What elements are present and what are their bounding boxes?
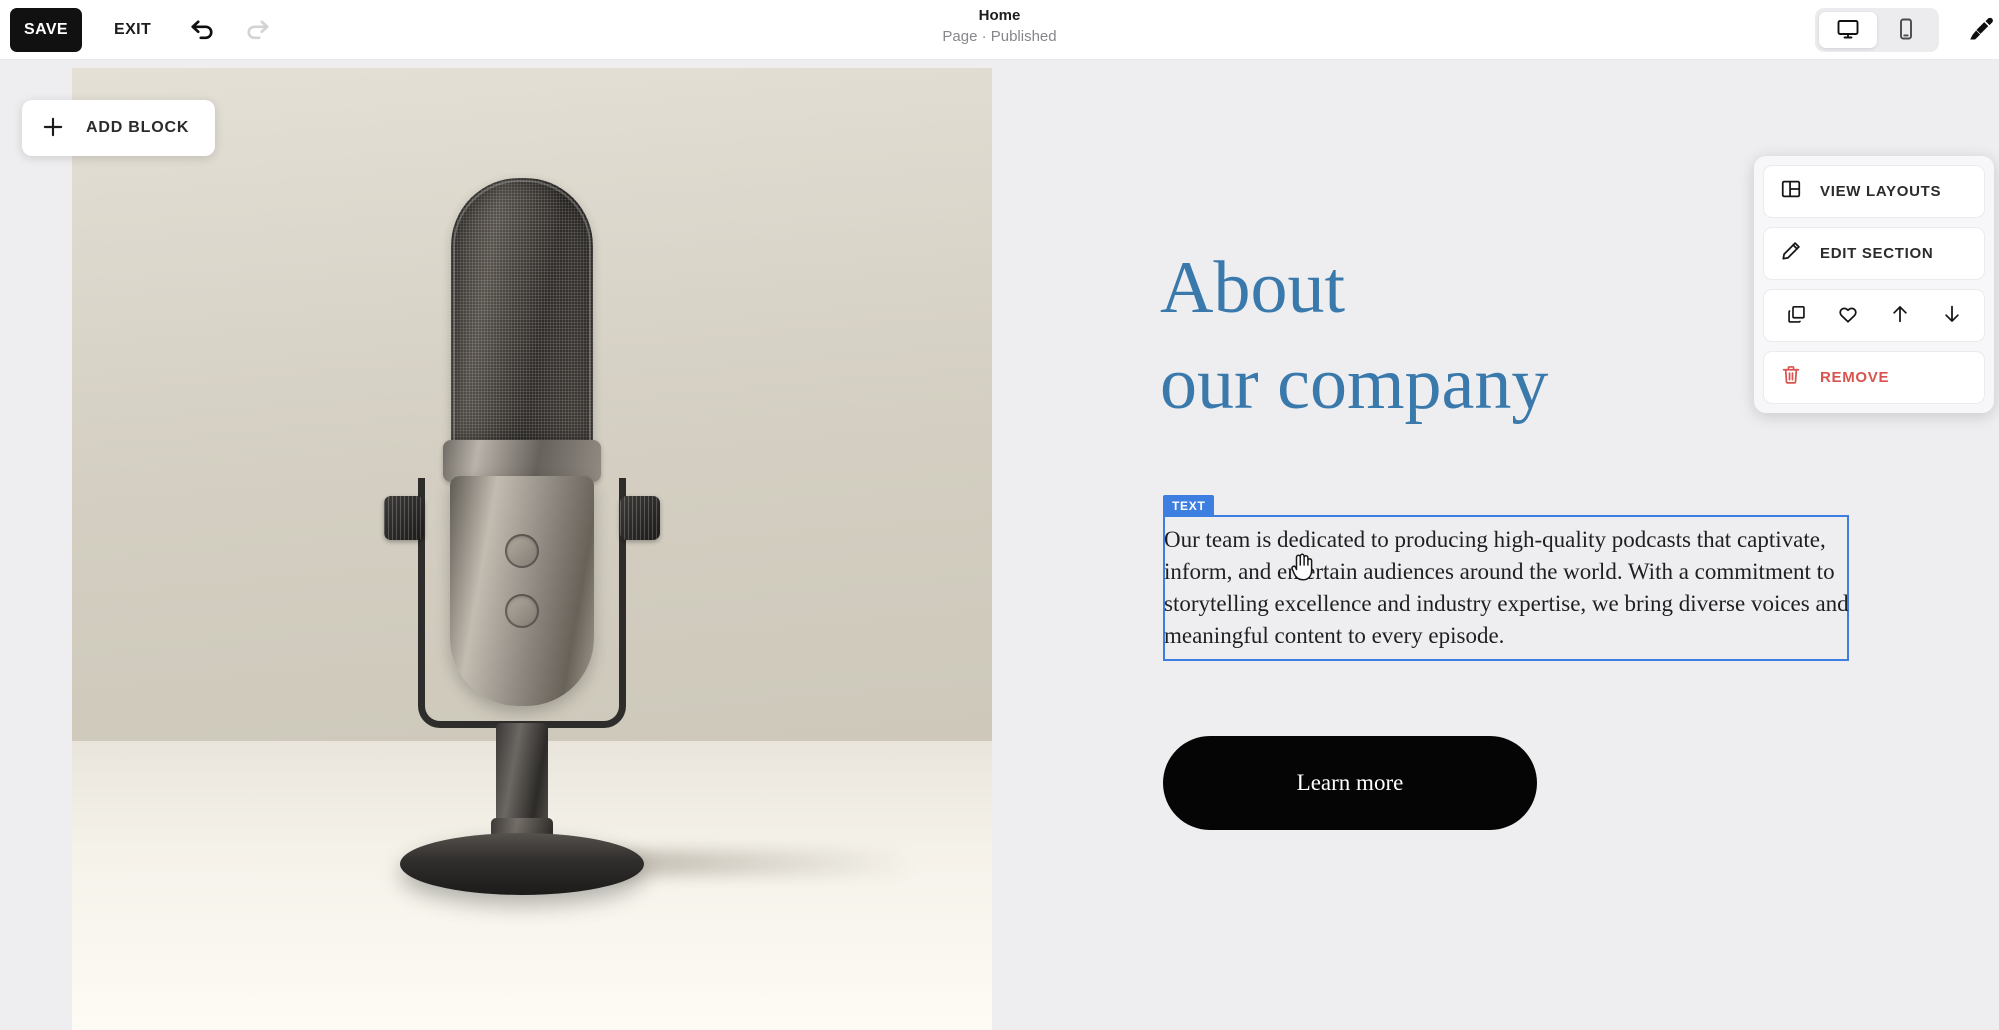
- arrow-up-icon: [1889, 303, 1911, 328]
- section-image-microphone[interactable]: [72, 68, 992, 1030]
- section-heading-line-1: About: [1160, 247, 1345, 329]
- plus-icon: [40, 114, 66, 143]
- redo-arrow-icon: [243, 13, 273, 46]
- view-layouts-label: VIEW LAYOUTS: [1820, 183, 1942, 200]
- add-block-button[interactable]: ADD BLOCK: [22, 100, 216, 156]
- pencil-icon: [1780, 240, 1802, 267]
- paintbrush-icon: [1966, 14, 1996, 47]
- selected-text-block[interactable]: TEXT Our team is dedicated to producing …: [1163, 495, 1849, 661]
- exit-button-label: EXIT: [114, 20, 152, 38]
- arrow-down-icon: [1941, 303, 1963, 328]
- page-canvas: ADD BLOCK About our company TEXT Our tea…: [0, 60, 1999, 1030]
- device-option-mobile[interactable]: [1877, 12, 1935, 48]
- redo-button[interactable]: [235, 7, 281, 53]
- view-layouts-button[interactable]: VIEW LAYOUTS: [1763, 165, 1985, 218]
- add-block-label: ADD BLOCK: [86, 119, 190, 136]
- microphone-base: [400, 833, 644, 895]
- duplicate-icon: [1786, 304, 1807, 328]
- learn-more-label: Learn more: [1296, 770, 1404, 795]
- desktop-monitor-icon: [1836, 17, 1860, 44]
- layout-grid-icon: [1780, 178, 1802, 205]
- device-preview-toggle: [1815, 8, 1939, 52]
- section-quick-actions-row: [1763, 289, 1985, 342]
- move-section-down-button[interactable]: [1931, 295, 1973, 337]
- microphone-mount-knob-right: [620, 496, 660, 540]
- duplicate-section-button[interactable]: [1775, 295, 1817, 337]
- page-status: Page · Published: [942, 28, 1057, 45]
- microphone-grille: [451, 178, 593, 446]
- toolbar-right-group: [1815, 0, 1999, 60]
- page-title: Home: [978, 7, 1021, 24]
- microphone-stem: [496, 723, 548, 831]
- theme-design-button[interactable]: [1951, 7, 1999, 53]
- microphone-mount-knob-left: [384, 496, 424, 540]
- page-meta: Home Page · Published: [0, 6, 1999, 48]
- exit-button[interactable]: EXIT: [100, 8, 165, 52]
- save-button-label: SAVE: [24, 20, 68, 38]
- move-section-up-button[interactable]: [1879, 295, 1921, 337]
- learn-more-button[interactable]: Learn more: [1163, 736, 1537, 830]
- undo-button[interactable]: [179, 7, 225, 53]
- microphone-body: [450, 476, 594, 706]
- remove-label: REMOVE: [1820, 369, 1890, 386]
- section-actions-panel: VIEW LAYOUTS EDIT SECTION REMOVE: [1754, 156, 1994, 413]
- heart-icon: [1837, 303, 1859, 328]
- section-body-text: Our team is dedicated to producing high-…: [1164, 527, 1849, 648]
- edit-section-label: EDIT SECTION: [1820, 245, 1934, 262]
- editor-toolbar: SAVE EXIT Home Page · Published: [0, 0, 1999, 60]
- section-content: About our company: [1160, 240, 1548, 432]
- remove-section-button[interactable]: REMOVE: [1763, 351, 1985, 404]
- image-cast-shadow: [612, 850, 912, 876]
- section-heading-line-2: our company: [1160, 343, 1549, 425]
- block-type-badge: TEXT: [1163, 495, 1215, 517]
- favorite-section-button[interactable]: [1827, 295, 1869, 337]
- device-option-desktop[interactable]: [1819, 12, 1877, 48]
- microphone-control-knob-bottom: [505, 594, 539, 628]
- microphone-control-knob-top: [505, 534, 539, 568]
- trash-icon: [1780, 364, 1802, 391]
- undo-arrow-icon: [187, 13, 217, 46]
- mobile-phone-icon: [1894, 17, 1918, 44]
- edit-section-button[interactable]: EDIT SECTION: [1763, 227, 1985, 280]
- save-button[interactable]: SAVE: [10, 7, 82, 52]
